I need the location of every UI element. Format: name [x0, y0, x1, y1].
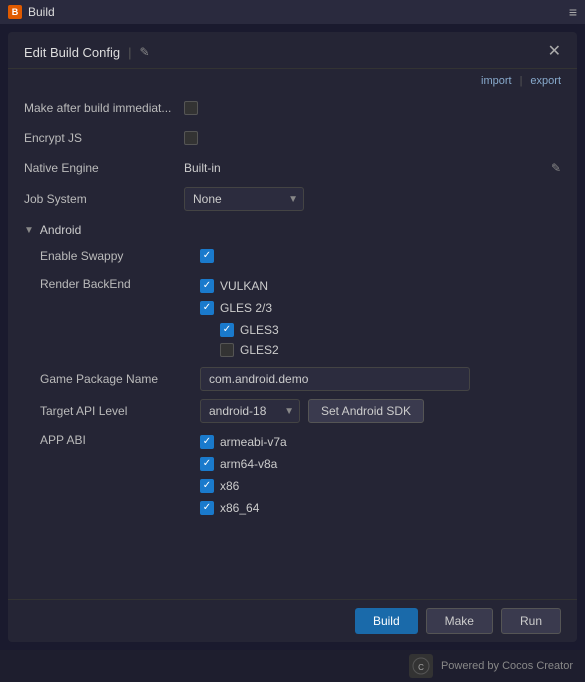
main-container: Edit Build Config | ✎ ✕ import | export …: [8, 32, 577, 642]
armeabi-v7a-row: armeabi-v7a: [200, 433, 287, 451]
encrypt-js-checkbox[interactable]: [184, 131, 198, 145]
make-button[interactable]: Make: [426, 608, 493, 634]
form-content: Make after build immediat... Encrypt JS …: [8, 93, 577, 599]
x86-row: x86: [200, 477, 239, 495]
x86-checkbox[interactable]: [200, 479, 214, 493]
build-button[interactable]: Build: [355, 608, 418, 634]
native-engine-value: Built-in: [184, 161, 221, 175]
enable-swappy-checkbox[interactable]: [200, 249, 214, 263]
game-package-name-row: Game Package Name: [40, 363, 561, 395]
gles3-row: GLES3: [220, 321, 279, 339]
x86-64-row: x86_64: [200, 499, 259, 517]
gles23-label: GLES 2/3: [220, 301, 272, 315]
android-section-content: Enable Swappy Render BackEnd VULKAN: [24, 241, 561, 521]
arm64-v8a-checkbox[interactable]: [200, 457, 214, 471]
target-api-level-select[interactable]: android-18 android-19 android-21 android…: [200, 399, 300, 423]
svg-text:C: C: [418, 663, 424, 672]
export-link[interactable]: export: [530, 75, 561, 87]
menu-icon[interactable]: ≡: [569, 4, 577, 20]
armeabi-v7a-label: armeabi-v7a: [220, 435, 287, 449]
arm64-v8a-label: arm64-v8a: [220, 457, 277, 471]
app-icon: B: [8, 5, 22, 19]
encrypt-js-row: Encrypt JS: [24, 123, 561, 153]
import-export-bar: import | export: [8, 69, 577, 93]
make-after-build-checkbox[interactable]: [184, 101, 198, 115]
x86-64-label: x86_64: [220, 501, 259, 515]
target-api-level-row: Target API Level android-18 android-19 a…: [40, 395, 561, 427]
close-button[interactable]: ✕: [548, 44, 561, 60]
footer: C Powered by Cocos Creator: [0, 650, 585, 682]
title-bar-text: Build: [28, 5, 55, 19]
dialog-title-text: Edit Build Config: [24, 45, 120, 60]
make-after-build-row: Make after build immediat...: [24, 93, 561, 123]
gles2-label: GLES2: [240, 343, 279, 357]
arm64-v8a-row: arm64-v8a: [200, 455, 277, 473]
native-engine-row: Native Engine Built-in ✎: [24, 153, 561, 183]
job-system-row: Job System None TBB TaskFlow ▼: [24, 183, 561, 215]
enable-swappy-label: Enable Swappy: [40, 249, 200, 263]
x86-label: x86: [220, 479, 239, 493]
app-abi-row: APP ABI armeabi-v7a arm64-v8a x86: [40, 427, 561, 521]
native-engine-label: Native Engine: [24, 161, 184, 175]
render-backend-label: Render BackEnd: [40, 277, 200, 291]
import-link[interactable]: import: [481, 75, 512, 87]
app-abi-label: APP ABI: [40, 433, 200, 447]
bottom-toolbar: Build Make Run: [8, 599, 577, 642]
run-button[interactable]: Run: [501, 608, 561, 634]
gles2-row: GLES2: [220, 341, 279, 359]
gles3-checkbox[interactable]: [220, 323, 234, 337]
armeabi-v7a-checkbox[interactable]: [200, 435, 214, 449]
gles23-row: GLES 2/3: [200, 299, 272, 317]
dialog-header: Edit Build Config | ✎ ✕: [8, 32, 577, 69]
android-arrow-icon: ▼: [24, 225, 34, 236]
native-engine-edit-icon[interactable]: ✎: [551, 161, 561, 175]
set-android-sdk-button[interactable]: Set Android SDK: [308, 399, 424, 423]
title-bar: B Build ≡: [0, 0, 585, 24]
gles3-label: GLES3: [240, 323, 279, 337]
job-system-select[interactable]: None TBB TaskFlow: [184, 187, 304, 211]
job-system-label: Job System: [24, 192, 184, 206]
vulkan-label: VULKAN: [220, 279, 268, 293]
gles23-checkbox[interactable]: [200, 301, 214, 315]
android-section-label: Android: [40, 223, 81, 237]
x86-64-checkbox[interactable]: [200, 501, 214, 515]
enable-swappy-row: Enable Swappy: [40, 241, 561, 271]
render-backend-row: Render BackEnd VULKAN GLES 2/3: [40, 271, 561, 363]
gles2-checkbox[interactable]: [220, 343, 234, 357]
footer-text: Powered by Cocos Creator: [441, 660, 573, 672]
game-package-name-label: Game Package Name: [40, 372, 200, 386]
target-api-level-label: Target API Level: [40, 404, 200, 418]
cocos-logo: C: [409, 654, 433, 678]
encrypt-js-label: Encrypt JS: [24, 131, 184, 145]
make-after-build-label: Make after build immediat...: [24, 101, 184, 115]
dialog-title: Edit Build Config | ✎: [24, 45, 150, 60]
vulkan-checkbox[interactable]: [200, 279, 214, 293]
vulkan-row: VULKAN: [200, 277, 268, 295]
title-edit-icon[interactable]: ✎: [140, 45, 150, 59]
android-section-header[interactable]: ▼ Android: [24, 215, 561, 241]
gles-sub-section: GLES3 GLES2: [200, 321, 279, 359]
game-package-name-input[interactable]: [200, 367, 470, 391]
